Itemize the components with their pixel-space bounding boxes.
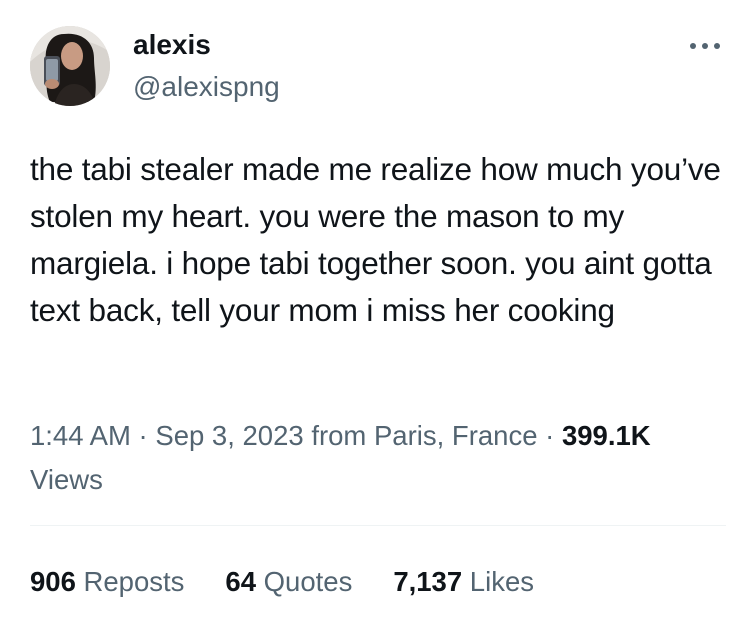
quotes-count: 64 — [225, 566, 257, 597]
meta-separator: · — [138, 420, 148, 451]
quotes-stat[interactable]: 64 Quotes — [225, 562, 352, 602]
tweet-location: from Paris, France — [311, 420, 538, 451]
engagement-stats: 906 Reposts 64 Quotes 7,137 Likes — [30, 562, 534, 602]
avatar[interactable] — [30, 26, 110, 106]
likes-label: Likes — [469, 566, 534, 597]
views-count: 399.1K — [561, 420, 651, 451]
quotes-label: Quotes — [263, 566, 353, 597]
tweet-meta: 1:44 AM · Sep 3, 2023 from Paris, France… — [30, 414, 720, 502]
tweet-date[interactable]: Sep 3, 2023 — [155, 420, 303, 451]
divider — [30, 525, 726, 526]
reposts-label: Reposts — [83, 566, 185, 597]
views-label: Views — [30, 464, 103, 495]
profile-photo-icon — [30, 26, 110, 106]
tweet-time[interactable]: 1:44 AM — [30, 420, 131, 451]
more-icon[interactable] — [687, 34, 723, 58]
reposts-stat[interactable]: 906 Reposts — [30, 562, 184, 602]
likes-stat[interactable]: 7,137 Likes — [393, 562, 534, 602]
reposts-count: 906 — [30, 566, 76, 597]
likes-count: 7,137 — [393, 566, 463, 597]
meta-separator: · — [545, 420, 555, 451]
tweet-card: alexis @alexispng the tabi stealer made … — [0, 0, 750, 626]
more-horizontal-icon — [690, 43, 720, 49]
display-name[interactable]: alexis — [133, 28, 211, 62]
tweet-text: the tabi stealer made me realize how muc… — [30, 151, 721, 328]
user-handle[interactable]: @alexispng — [133, 70, 280, 104]
